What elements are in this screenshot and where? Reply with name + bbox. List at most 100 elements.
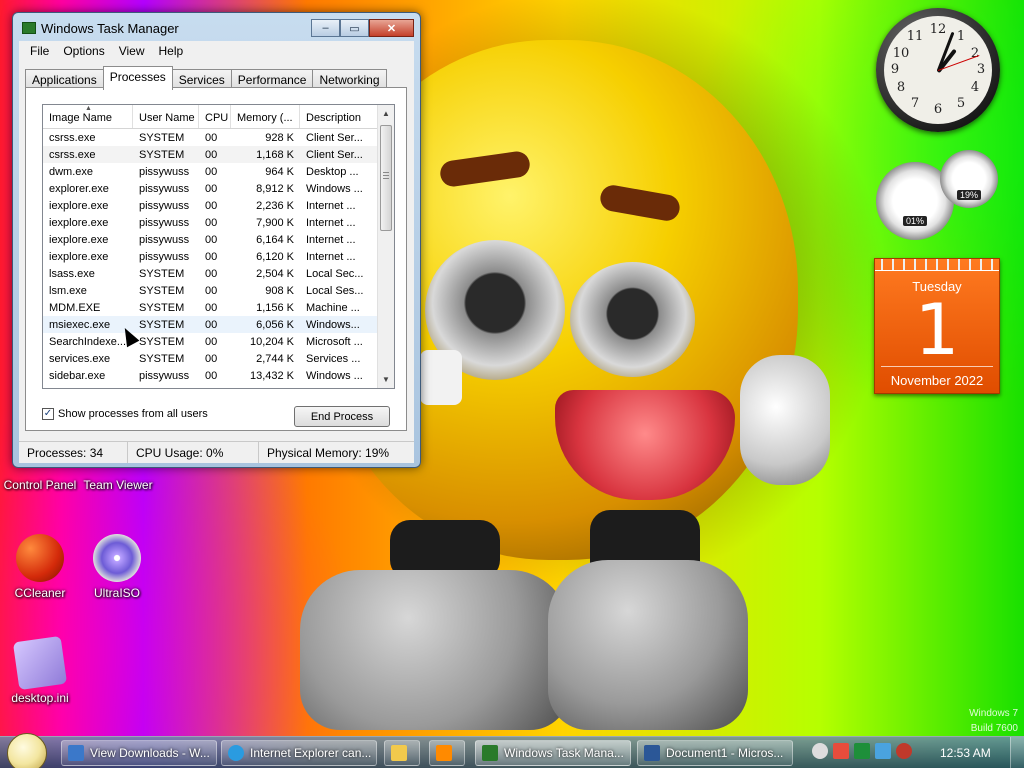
title-bar[interactable]: Windows Task Manager – ▭ ✕ <box>13 13 420 41</box>
taskbar-button-explorer[interactable] <box>384 740 420 766</box>
status-physical-memory: Physical Memory: 19% <box>267 446 390 460</box>
clock-number: 4 <box>970 80 980 95</box>
menu-view[interactable]: View <box>112 44 152 58</box>
wallpaper-shoe-left <box>300 570 570 730</box>
table-row[interactable]: sidebar.exe pissywuss 00 13,432 K Windows ..… <box>43 367 394 384</box>
cpu-meter-value: 01% <box>902 216 928 226</box>
table-cell: pissywuss <box>139 369 190 382</box>
table-cell: Internet ... <box>306 216 356 229</box>
menu-help[interactable]: Help <box>152 44 191 58</box>
scroll-down-arrow-icon[interactable]: ▼ <box>378 371 394 388</box>
table-cell: Windows ... <box>306 182 363 195</box>
tray-network-icon[interactable] <box>875 743 891 759</box>
menu-file[interactable]: File <box>23 44 56 58</box>
minimize-button[interactable]: – <box>311 19 340 37</box>
table-cell: lsm.exe <box>49 284 87 297</box>
desktop-icon-desktop-ini[interactable]: desktop.ini <box>0 635 80 705</box>
tray-battery-icon[interactable] <box>854 743 870 759</box>
taskbar-button-label: Windows Task Mana... <box>504 746 624 760</box>
column-header-user-name[interactable]: User Name <box>133 105 199 128</box>
table-cell: 00 <box>205 284 218 297</box>
table-cell: pissywuss <box>139 165 190 178</box>
column-header-cpu[interactable]: CPU <box>199 105 231 128</box>
column-header-memory[interactable]: Memory (... <box>231 105 300 128</box>
column-header-description[interactable]: Description <box>300 105 379 128</box>
table-cell: 00 <box>205 335 218 348</box>
tray-volume-muted-icon[interactable] <box>896 743 912 759</box>
clock-gadget[interactable]: 12 1 2 3 4 5 6 7 8 9 10 11 <box>876 8 1000 132</box>
desktop-icon-team-viewer[interactable]: Team Viewer <box>78 478 158 492</box>
table-cell: pissywuss <box>139 233 190 246</box>
table-cell: SYSTEM <box>139 318 185 331</box>
tray-shield-icon[interactable] <box>812 743 828 759</box>
table-cell: Services ... <box>306 352 361 365</box>
scroll-up-arrow-icon[interactable]: ▲ <box>378 105 394 122</box>
clock-face: 12 1 2 3 4 5 6 7 8 9 10 11 <box>884 16 992 124</box>
table-cell: sidebar.exe <box>49 369 106 382</box>
taskbar-clock[interactable]: 12:53 AM <box>940 746 991 760</box>
tab-services[interactable]: Services <box>171 69 232 89</box>
taskbar-button-downloads[interactable]: View Downloads - W... <box>61 740 217 766</box>
task-manager-window[interactable]: Windows Task Manager – ▭ ✕ File Options … <box>12 12 421 468</box>
table-row[interactable]: iexplore.exe pissywuss 00 6,120 K Internet .… <box>43 248 394 265</box>
calendar-gadget[interactable]: Tuesday 1 November 2022 <box>874 258 1000 394</box>
table-row[interactable]: MDM.EXE SYSTEM 00 1,156 K Machine ... <box>43 299 394 316</box>
taskbar-button-media-player[interactable] <box>429 740 465 766</box>
end-process-button[interactable]: End Process <box>294 406 390 427</box>
process-rows: csrss.exe SYSTEM 00 928 K Client Ser... csrss… <box>43 129 394 384</box>
table-row[interactable]: csrss.exe SYSTEM 00 1,168 K Client Ser... <box>43 146 394 163</box>
clock-number: 11 <box>906 29 924 44</box>
table-cell: msiexec.exe <box>49 318 111 331</box>
table-cell: Internet ... <box>306 250 356 263</box>
clock-number: 9 <box>890 62 900 77</box>
table-row[interactable]: msiexec.exe SYSTEM 00 6,056 K Windows... <box>43 316 394 333</box>
taskbar-button-word-document[interactable]: Document1 - Micros... <box>637 740 793 766</box>
show-all-processes-option[interactable]: ✓ Show processes from all users <box>42 408 208 420</box>
menu-options[interactable]: Options <box>56 44 111 58</box>
table-cell: iexplore.exe <box>49 216 109 229</box>
desktop-icon-control-panel[interactable]: Control Panel <box>0 478 80 492</box>
process-list[interactable]: ▲ Image Name User Name CPU Memory (... D… <box>42 104 395 389</box>
taskbar-button-task-manager[interactable]: Windows Task Mana... <box>475 740 631 766</box>
table-row[interactable]: dwm.exe pissywuss 00 964 K Desktop ... <box>43 163 394 180</box>
downloads-window-icon <box>68 745 84 761</box>
table-row[interactable]: services.exe SYSTEM 00 2,744 K Services ... <box>43 350 394 367</box>
table-row[interactable]: lsm.exe SYSTEM 00 908 K Local Ses... <box>43 282 394 299</box>
wallpaper-arm <box>740 355 830 485</box>
close-button[interactable]: ✕ <box>369 19 414 37</box>
clock-number: 5 <box>956 96 966 111</box>
table-cell: 928 K <box>265 131 294 144</box>
table-row[interactable]: iexplore.exe pissywuss 00 6,164 K Internet .… <box>43 231 394 248</box>
table-cell: 00 <box>205 301 218 314</box>
table-cell: iexplore.exe <box>49 199 109 212</box>
start-button[interactable] <box>7 733 47 768</box>
table-row[interactable]: lsass.exe SYSTEM 00 2,504 K Local Sec... <box>43 265 394 282</box>
table-cell: iexplore.exe <box>49 250 109 263</box>
table-cell: Desktop ... <box>306 165 359 178</box>
maximize-button[interactable]: ▭ <box>340 19 369 37</box>
desktop-icon-ultraiso[interactable]: UltraISO <box>77 534 157 600</box>
tab-networking[interactable]: Networking <box>312 69 387 89</box>
tray-flag-icon[interactable] <box>833 743 849 759</box>
show-all-processes-checkbox[interactable]: ✓ <box>42 408 54 420</box>
table-row[interactable]: SearchIndexe... SYSTEM 00 10,204 K Microsoft… <box>43 333 394 350</box>
tab-applications[interactable]: Applications <box>25 69 104 89</box>
column-header-image-name[interactable]: ▲ Image Name <box>43 105 133 128</box>
desktop-icon-ccleaner[interactable]: CCleaner <box>0 534 80 600</box>
taskbar-button-internet-explorer[interactable]: Internet Explorer can... <box>221 740 377 766</box>
task-manager-icon <box>482 745 498 761</box>
table-row[interactable]: explorer.exe pissywuss 00 8,912 K Windows ..… <box>43 180 394 197</box>
memory-meter-gadget[interactable]: 19% <box>940 150 998 208</box>
vertical-scrollbar[interactable]: ▲ ▼ <box>377 105 394 388</box>
media-player-icon <box>436 745 452 761</box>
scrollbar-thumb[interactable] <box>380 125 392 231</box>
tab-performance[interactable]: Performance <box>230 69 314 89</box>
table-row[interactable]: iexplore.exe pissywuss 00 7,900 K Internet .… <box>43 214 394 231</box>
wallpaper-tooth <box>420 350 462 405</box>
show-desktop-button[interactable] <box>1010 737 1024 768</box>
table-row[interactable]: iexplore.exe pissywuss 00 2,236 K Internet .… <box>43 197 394 214</box>
tab-processes[interactable]: Processes <box>102 66 173 90</box>
table-row[interactable]: csrss.exe SYSTEM 00 928 K Client Ser... <box>43 129 394 146</box>
table-cell: SYSTEM <box>139 352 185 365</box>
table-cell: pissywuss <box>139 199 190 212</box>
